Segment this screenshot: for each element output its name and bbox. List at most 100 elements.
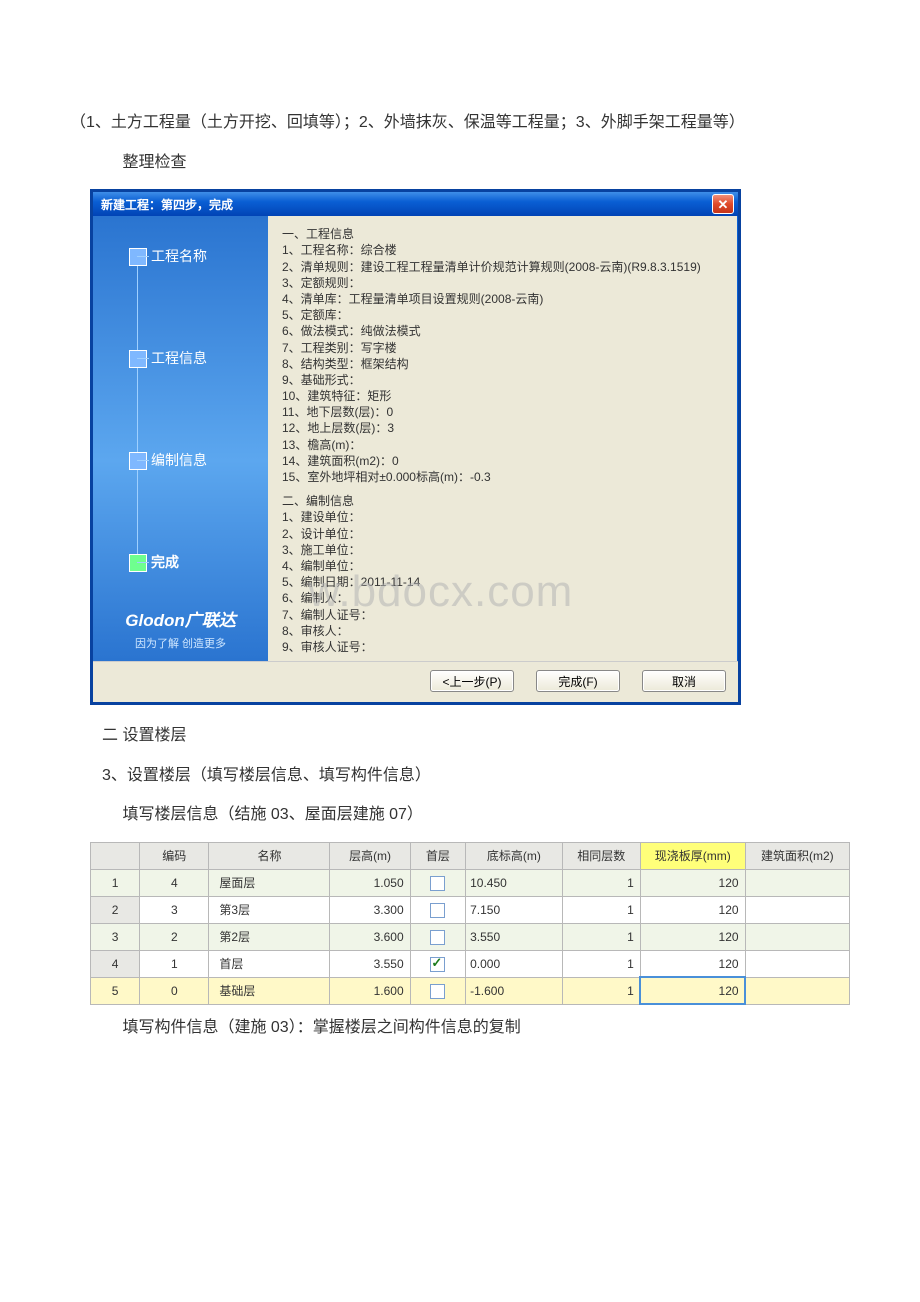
cell-same-floors[interactable]: 1 xyxy=(562,896,640,923)
cell-area[interactable] xyxy=(745,896,849,923)
table-row[interactable]: 50基础层1.600-1.6001120 xyxy=(91,977,850,1004)
info-foundation: 9、基础形式： xyxy=(282,372,724,388)
paragraph-component-info-text: 填写构件信息（建施 03）：掌握楼层之间构件信息的复制 xyxy=(118,1019,521,1036)
table-row[interactable]: 14屋面层1.05010.4501120 xyxy=(91,869,850,896)
info-aboveground-floors: 12、地上层数(层)：3 xyxy=(282,420,724,436)
paragraph-floor-info-text: 填写楼层信息（结施 03、屋面层建施 07） xyxy=(118,806,423,823)
paragraph-component-info: 填写构件信息（建施 03）：掌握楼层之间构件信息的复制 xyxy=(70,1015,850,1041)
info-underground-floors: 11、地下层数(层)：0 xyxy=(282,404,724,420)
cell-bottom-elev[interactable]: 7.150 xyxy=(466,896,563,923)
cell-bottom-elev[interactable]: 0.000 xyxy=(466,950,563,977)
dialog-buttons: <上一步(P) 完成(F) 取消 xyxy=(93,661,738,702)
cell-area[interactable] xyxy=(745,977,849,1004)
cell-same-floors[interactable]: 1 xyxy=(562,869,640,896)
cell-same-floors[interactable]: 1 xyxy=(562,923,640,950)
new-project-dialog: 新建工程：第四步，完成 ✕ 工程名称 工程信息 xyxy=(90,189,741,705)
cell-first-floor[interactable] xyxy=(410,896,465,923)
cell-first-floor[interactable] xyxy=(410,869,465,896)
info-project-cat: 7、工程类别：写字楼 xyxy=(282,340,724,356)
table-header-row: 编码 名称 层高(m) 首层 底标高(m) 相同层数 现浇板厚(mm) 建筑面积… xyxy=(91,842,850,869)
wizard-step-finish[interactable]: 完成 xyxy=(93,552,268,572)
cell-area[interactable] xyxy=(745,869,849,896)
info-reviewer: 8、审核人： xyxy=(282,623,724,639)
cell-name[interactable]: 第2层 xyxy=(209,923,330,950)
dialog-titlebar: 新建工程：第四步，完成 ✕ xyxy=(93,192,738,216)
cell-height[interactable]: 3.550 xyxy=(330,950,410,977)
cell-slab[interactable]: 120 xyxy=(640,923,745,950)
wizard-sidebar: 工程名称 工程信息 编制信息 完成 xyxy=(93,216,268,661)
wizard-step-info[interactable]: 工程信息 xyxy=(93,348,268,368)
cell-name[interactable]: 第3层 xyxy=(209,896,330,923)
cell-name[interactable]: 屋面层 xyxy=(209,869,330,896)
info-compile-date: 5、编制日期：2011-11-14 xyxy=(282,574,724,590)
close-button[interactable]: ✕ xyxy=(712,194,734,214)
info-building-feature: 10、建筑特征：矩形 xyxy=(282,388,724,404)
cell-bottom-elev[interactable]: 3.550 xyxy=(466,923,563,950)
row-index: 3 xyxy=(91,923,140,950)
info-build-unit: 1、建设单位： xyxy=(282,509,724,525)
cell-height[interactable]: 3.600 xyxy=(330,923,410,950)
cell-slab[interactable]: 120 xyxy=(640,869,745,896)
info-eave-height: 13、檐高(m)： xyxy=(282,437,724,453)
cell-slab[interactable]: 120 xyxy=(640,950,745,977)
col-first: 首层 xyxy=(410,842,465,869)
checkbox-icon[interactable] xyxy=(430,984,445,999)
cell-height[interactable]: 1.050 xyxy=(330,869,410,896)
checkbox-icon[interactable] xyxy=(430,957,445,972)
cell-first-floor[interactable] xyxy=(410,923,465,950)
cancel-button[interactable]: 取消 xyxy=(642,670,726,692)
cell-area[interactable] xyxy=(745,923,849,950)
info-construct-unit: 3、施工单位： xyxy=(282,542,724,558)
info-list-lib: 4、清单库：工程量清单项目设置规则(2008-云南) xyxy=(282,291,724,307)
summary-panel: w.bdocx.com 一、工程信息 1、工程名称：综合楼 2、清单规则：建设工… xyxy=(268,216,738,661)
cell-height[interactable]: 1.600 xyxy=(330,977,410,1004)
cell-area[interactable] xyxy=(745,950,849,977)
paragraph-check-text: 整理检查 xyxy=(118,154,186,171)
cell-first-floor[interactable] xyxy=(410,977,465,1004)
info-design-unit: 2、设计单位： xyxy=(282,526,724,542)
checkbox-icon[interactable] xyxy=(430,876,445,891)
paragraph-check: 整理检查 xyxy=(70,150,850,176)
row-index: 2 xyxy=(91,896,140,923)
info-project-name: 1、工程名称：综合楼 xyxy=(282,242,724,258)
wizard-steps: 工程名称 工程信息 编制信息 完成 xyxy=(93,246,268,572)
col-height: 层高(m) xyxy=(330,842,410,869)
cell-first-floor[interactable] xyxy=(410,950,465,977)
info-quota-lib: 5、定额库： xyxy=(282,307,724,323)
prev-button[interactable]: <上一步(P) xyxy=(430,670,514,692)
cell-name[interactable]: 基础层 xyxy=(209,977,330,1004)
cell-height[interactable]: 3.300 xyxy=(330,896,410,923)
info-quota-rule: 3、定额规则： xyxy=(282,275,724,291)
cell-bottom-elev[interactable]: 10.450 xyxy=(466,869,563,896)
cell-bottom-elev[interactable]: -1.600 xyxy=(466,977,563,1004)
wizard-step-compile[interactable]: 编制信息 xyxy=(93,450,268,470)
table-row[interactable]: 32第2层3.600 3.5501120 xyxy=(91,923,850,950)
col-name: 名称 xyxy=(209,842,330,869)
paragraph-floor-info: 填写楼层信息（结施 03、屋面层建施 07） xyxy=(70,802,850,828)
info-building-area: 14、建筑面积(m2)：0 xyxy=(282,453,724,469)
checkbox-icon[interactable] xyxy=(430,930,445,945)
cell-code[interactable]: 3 xyxy=(140,896,209,923)
cell-name[interactable]: 首层 xyxy=(209,950,330,977)
wizard-step-name[interactable]: 工程名称 xyxy=(93,246,268,266)
cell-same-floors[interactable]: 1 xyxy=(562,977,640,1004)
cell-code[interactable]: 4 xyxy=(140,869,209,896)
cell-slab[interactable]: 120 xyxy=(640,977,745,1004)
wizard-step-label: 工程名称 xyxy=(151,248,207,264)
col-area: 建筑面积(m2) xyxy=(745,842,849,869)
floor-table[interactable]: 编码 名称 层高(m) 首层 底标高(m) 相同层数 现浇板厚(mm) 建筑面积… xyxy=(90,842,850,1005)
col-code: 编码 xyxy=(140,842,209,869)
cell-slab[interactable]: 120 xyxy=(640,896,745,923)
cell-code[interactable]: 1 xyxy=(140,950,209,977)
cell-code[interactable]: 0 xyxy=(140,977,209,1004)
table-row[interactable]: 41首层3.5500.0001120 xyxy=(91,950,850,977)
cell-same-floors[interactable]: 1 xyxy=(562,950,640,977)
close-icon: ✕ xyxy=(718,198,729,211)
finish-button[interactable]: 完成(F) xyxy=(536,670,620,692)
brand-name: Glodon广联达 xyxy=(93,606,268,631)
table-row[interactable]: 23第3层3.300 7.1501120 xyxy=(91,896,850,923)
cell-code[interactable]: 2 xyxy=(140,923,209,950)
info-reviewer-cert: 9、审核人证号： xyxy=(282,639,724,655)
checkbox-icon[interactable] xyxy=(430,903,445,918)
dialog-title: 新建工程：第四步，完成 xyxy=(101,196,233,213)
